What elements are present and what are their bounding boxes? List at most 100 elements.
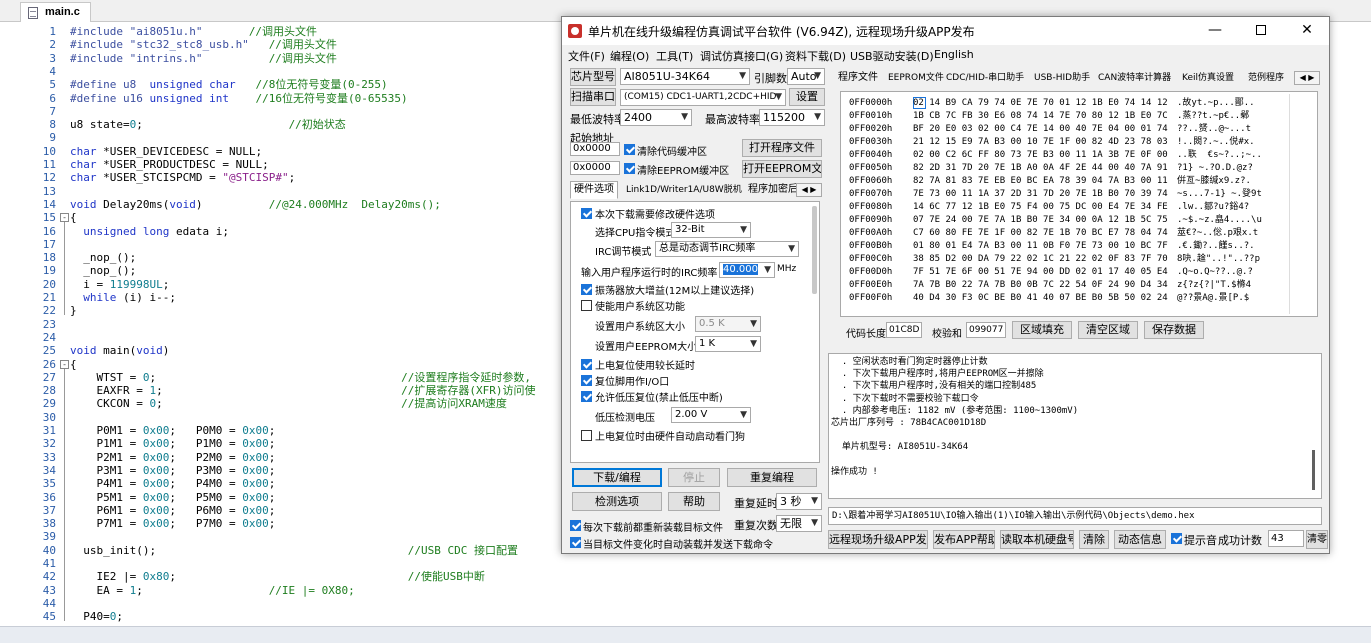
auto-send-checkbox[interactable] — [570, 537, 581, 548]
hex-row[interactable]: 0FF0020h BF 20 E0 03 02 00 C4 7E 14 00 40… — [849, 123, 1251, 136]
clear-area-button[interactable]: 清空区域 — [1078, 321, 1138, 339]
menu-download[interactable]: 资料下载(D) — [785, 48, 846, 64]
osc-gain-checkbox[interactable] — [581, 284, 592, 295]
chip-model-select[interactable]: AI8051U-34K64 ▼ — [620, 68, 750, 85]
help-button[interactable]: 帮助 — [668, 492, 720, 511]
publish-app-button[interactable]: 远程现场升级APP发布 — [828, 530, 928, 549]
right-tab-scroll-arrows[interactable]: ◀ ▶ — [1294, 71, 1320, 85]
user-sys-size-select[interactable]: 0.5 K ▼ — [695, 316, 761, 332]
menu-program[interactable]: 编程(O) — [610, 48, 649, 64]
sound-checkbox[interactable] — [1171, 533, 1182, 544]
wdt-auto-checkbox[interactable] — [581, 430, 592, 441]
long-reset-checkbox[interactable] — [581, 359, 592, 370]
tab-hardware-options[interactable]: 硬件选项 — [570, 181, 618, 199]
title-bar[interactable]: 单片机在线升级编程仿真调试平台软件 (V6.94Z), 远程现场升级APP发布 … — [562, 17, 1329, 45]
port-select[interactable]: (COM15) CDC1-UART1,2CDC+HID ▼ — [620, 89, 786, 106]
hex-row[interactable]: 0FF00B0h 01 80 01 E4 7A B3 00 11 0B F0 7E… — [849, 240, 1255, 253]
lvd-reset-checkbox[interactable] — [581, 391, 592, 402]
maximize-button[interactable] — [1238, 17, 1284, 45]
output-log[interactable]: . 空闲状态时看门狗定时器停止计数 . 下次下载用户程序时,将用户EEPROM区… — [828, 353, 1322, 499]
tab-offline-writer[interactable]: Link1D/Writer1A/U8W脱机 — [622, 181, 746, 199]
tab-program-encrypt[interactable]: 程序加密后 — [744, 181, 802, 199]
clear-code-checkbox[interactable] — [624, 144, 635, 155]
tab-scroll-arrows[interactable]: ◀ ▶ — [796, 183, 822, 197]
hex-row[interactable]: 0FF0040h 02 00 C2 6C FF 80 73 7E B3 00 11… — [849, 149, 1262, 162]
hex-row[interactable]: 0FF0060h 82 7A 81 83 7E EB E0 BC EA 78 39… — [849, 175, 1251, 188]
tab-examples[interactable]: 范例程序 — [1244, 69, 1288, 87]
hex-row[interactable]: 0FF0010h 1B CB 7C FB 30 E6 08 74 14 7E 70… — [849, 110, 1249, 123]
code-token: 0x00 — [242, 437, 269, 451]
reload-file-checkbox[interactable] — [570, 520, 581, 531]
publish-help-button[interactable]: 发布APP帮助 — [933, 530, 995, 549]
check-options-button[interactable]: 检测选项 — [572, 492, 662, 511]
tab-eeprom-file[interactable]: EEPROM文件 — [884, 69, 948, 87]
reset-count-button[interactable]: 清零 — [1306, 530, 1328, 549]
code-line[interactable]: 45 P40=0; — [0, 610, 1371, 623]
modify-hw-checkbox[interactable] — [581, 208, 592, 219]
menu-debug[interactable]: 调试仿真接口(G) — [700, 48, 783, 64]
pin-count-select[interactable]: Auto ▼ — [787, 68, 825, 85]
hex-row[interactable]: 0FF00F0h 40 D4 30 F3 0C BE B0 41 40 07 BE… — [849, 292, 1249, 305]
tab-keil-sim[interactable]: Keil仿真设置 — [1178, 69, 1238, 87]
hex-row[interactable]: 0FF0080h 14 6C 77 12 1B E0 75 F4 00 75 DC… — [849, 201, 1249, 214]
repeat-delay-select[interactable]: 3 秒 ▼ — [776, 493, 822, 510]
user-eeprom-select[interactable]: 1 K ▼ — [695, 336, 761, 352]
hex-row[interactable]: 0FF0030h 21 12 15 E9 7A B3 00 10 7E 1F 00… — [849, 136, 1255, 149]
clear-eeprom-checkbox[interactable] — [624, 163, 635, 174]
hex-scrollbar[interactable] — [1289, 94, 1315, 314]
minimize-button[interactable]: — — [1192, 17, 1238, 45]
open-program-file-button[interactable]: 打开程序文件 — [742, 139, 822, 157]
max-baud-select[interactable]: 115200 ▼ — [759, 109, 825, 126]
code-text: #include "intrins.h" //调用头文件 — [70, 52, 337, 65]
tab-usb-hid-assistant[interactable]: USB-HID助手 — [1030, 69, 1094, 87]
hex-row[interactable]: 0FF0050h 82 2D 31 7D 20 7E 1B A0 0A 4F 2E… — [849, 162, 1253, 175]
reprogram-button[interactable]: 重复编程 — [727, 468, 817, 487]
repeat-count-select[interactable]: 无限 ▼ — [776, 515, 822, 532]
hex-row[interactable]: 0FF0070h 7E 73 00 11 1A 37 2D 31 7D 20 7E… — [849, 188, 1262, 201]
hex-row[interactable]: 0FF00C0h 38 85 D2 00 DA 79 22 02 1C 21 22… — [849, 253, 1260, 266]
user-sys-checkbox[interactable] — [581, 300, 592, 311]
hw-panel-scrollbar[interactable] — [812, 206, 817, 294]
code-line[interactable]: 43 EA = 1; //IE |= 0X80; — [0, 584, 1371, 597]
download-program-button[interactable]: 下载/编程 — [572, 468, 662, 487]
tab-serial-assistant[interactable]: CDC/HID-串口助手 — [942, 69, 1028, 87]
irc-freq-input[interactable]: 40.000 ▼ — [719, 262, 775, 278]
hex-row[interactable]: 0FF0090h 07 7E 24 00 7E 7A 1B B0 7E 34 00… — [849, 214, 1262, 227]
editor-tab-main-c[interactable]: main.c — [20, 2, 91, 22]
dynamic-info-button[interactable]: 动态信息 — [1114, 530, 1166, 549]
close-button[interactable]: ✕ — [1284, 17, 1330, 45]
port-settings-button[interactable]: 设置 — [789, 88, 825, 106]
fold-toggle-icon[interactable]: - — [60, 213, 69, 223]
code-line[interactable]: 44 — [0, 597, 1371, 610]
min-baud-select[interactable]: 2400 ▼ — [620, 109, 692, 126]
menu-english[interactable]: English — [934, 48, 974, 61]
cpu-mode-select[interactable]: 32-Bit ▼ — [671, 222, 751, 238]
chip-model-button[interactable]: 芯片型号 — [570, 68, 616, 86]
menu-file[interactable]: 文件(F) — [568, 48, 605, 64]
hex-row[interactable]: 0FF00D0h 7F 51 7E 6F 00 51 7E 94 00 DD 02… — [849, 266, 1253, 279]
fill-area-button[interactable]: 区域填充 — [1012, 321, 1072, 339]
hex-row[interactable]: 0FF0000h 02 14 B9 CA 79 74 0E 7E 70 01 12… — [849, 97, 1255, 110]
read-disk-id-button[interactable]: 读取本机硬盘号 — [1000, 530, 1074, 549]
menu-usb-driver[interactable]: USB驱动安装(D) — [850, 48, 934, 64]
code-line[interactable]: 41 — [0, 557, 1371, 570]
tab-can-baud-calc[interactable]: CAN波特率计算器 — [1094, 69, 1175, 87]
menu-tools[interactable]: 工具(T) — [656, 48, 693, 64]
log-scrollbar[interactable] — [1312, 450, 1315, 490]
stop-button[interactable]: 停止 — [668, 468, 720, 487]
hex-editor[interactable]: 0FF0000h 02 14 B9 CA 79 74 0E 7E 70 01 12… — [840, 91, 1318, 317]
code-line[interactable]: 42 IE2 |= 0x80; //使能USB中断 — [0, 570, 1371, 583]
fold-toggle-icon[interactable]: - — [60, 359, 69, 369]
lvd-voltage-select[interactable]: 2.00 V ▼ — [671, 407, 751, 423]
hex-row[interactable]: 0FF00E0h 7A 7B B0 22 7A 7B B0 0B 7C 22 54… — [849, 279, 1251, 292]
eeprom-start-addr-input[interactable]: 0x0000 — [570, 161, 620, 175]
save-data-button[interactable]: 保存数据 — [1144, 321, 1204, 339]
open-eeprom-file-button[interactable]: 打开EEPROM文件 — [742, 160, 822, 178]
code-start-addr-input[interactable]: 0x0000 — [570, 142, 620, 156]
reset-pin-io-checkbox[interactable] — [581, 375, 592, 386]
scan-port-button[interactable]: 扫描串口 — [570, 88, 616, 106]
clear-log-button[interactable]: 清除 — [1079, 530, 1109, 549]
hex-row[interactable]: 0FF00A0h C7 60 80 FE 7E 1F 00 82 7E 1B 70… — [849, 227, 1258, 240]
irc-mode-select[interactable]: 总是动态调节IRC频率 ▼ — [655, 241, 799, 257]
tab-program-file[interactable]: 程序文件 — [834, 69, 882, 87]
